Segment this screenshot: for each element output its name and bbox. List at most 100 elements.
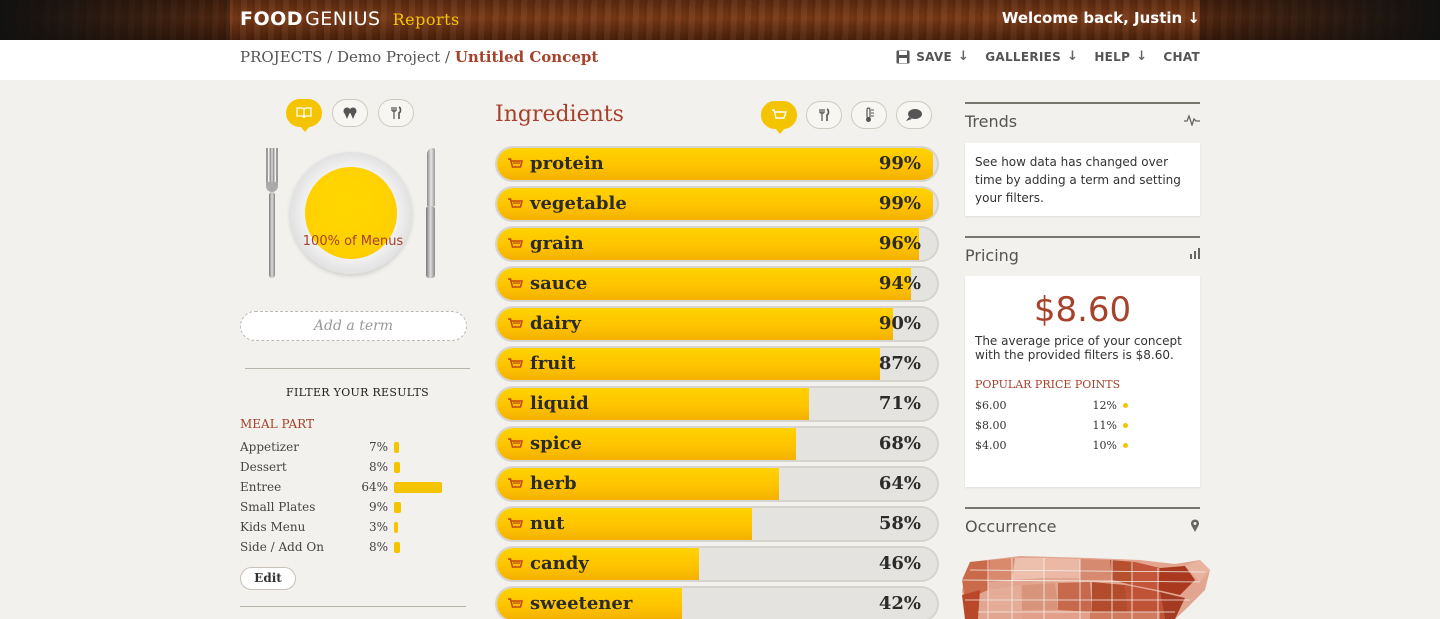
view-toggle-group: [286, 99, 414, 132]
ingredient-name: spice: [530, 433, 582, 454]
price-point-dot: [1123, 422, 1128, 428]
add-term-input[interactable]: Add a term: [240, 311, 467, 341]
reports-label: Reports: [392, 9, 460, 29]
meal-part-row[interactable]: Kids Menu 3%: [240, 517, 470, 537]
edit-button[interactable]: Edit: [240, 567, 296, 590]
meal-part-bar: [394, 541, 400, 553]
pricing-header: Pricing: [965, 236, 1200, 265]
cart-icon: [507, 275, 524, 294]
top-nav-links: SAVE ↓ GALLERIES ↓ HELP ↓ CHAT: [896, 49, 1200, 64]
breadcrumb-projects[interactable]: PROJECTS: [240, 48, 322, 66]
meal-part-label: Small Plates: [240, 500, 316, 514]
save-menu[interactable]: SAVE ↓: [896, 49, 969, 64]
chat-bubble-icon[interactable]: [896, 101, 932, 129]
ingredient-percent: 68%: [878, 433, 921, 454]
trends-header: Trends: [965, 102, 1200, 131]
ingredient-bar-sauce[interactable]: sauce 94%: [495, 266, 939, 302]
sub-nav: [0, 40, 1440, 74]
menu-book-icon[interactable]: [286, 99, 322, 132]
meal-part-percent: 7%: [368, 440, 388, 454]
ingredient-bar-dairy[interactable]: dairy 90%: [495, 306, 939, 342]
fork-knife-icon[interactable]: [378, 99, 414, 127]
ingredient-percent: 46%: [878, 553, 921, 574]
price-point-value: $4.00: [975, 438, 1007, 452]
galleries-menu[interactable]: GALLERIES ↓: [985, 49, 1078, 64]
logo-food-text: FOOD: [240, 8, 304, 30]
map-pins-icon[interactable]: [332, 99, 368, 127]
ingredient-bar-spice[interactable]: spice 68%: [495, 426, 939, 462]
ingredient-bar-grain[interactable]: grain 96%: [495, 226, 939, 262]
ingredient-percent: 58%: [878, 513, 921, 534]
meal-part-row[interactable]: Small Plates 9%: [240, 497, 470, 517]
cart-icon: [507, 555, 524, 574]
price-point-dot: [1123, 442, 1128, 448]
cart-icon: [507, 595, 524, 614]
arrow-down-icon: ↓: [1136, 49, 1148, 64]
ingredient-bar-fruit[interactable]: fruit 87%: [495, 346, 939, 382]
ingredients-title: Ingredients: [495, 102, 624, 127]
meal-part-row[interactable]: Side / Add On 8%: [240, 537, 470, 557]
price-description: The average price of your concept with t…: [975, 334, 1182, 362]
price-point-row: $4.00 10%: [965, 435, 1200, 455]
ingredient-name: herb: [530, 473, 577, 494]
ingredient-name: sweetener: [530, 593, 633, 614]
cart-icon: [507, 195, 524, 214]
meal-part-list: Appetizer 7% Dessert 8% Entree 64% Small Plate…: [240, 437, 470, 557]
chat-label: CHAT: [1163, 49, 1200, 64]
pricing-card: $8.60 The average price of your concept …: [965, 276, 1200, 487]
meal-part-label: Dessert: [240, 460, 287, 474]
thermometer-icon[interactable]: [851, 101, 887, 129]
ingredient-bar-liquid[interactable]: liquid 71%: [495, 386, 939, 422]
pricing-title: Pricing: [965, 246, 1019, 265]
cart-icon: [507, 315, 524, 334]
ingredient-bar-protein[interactable]: protein 99%: [495, 146, 939, 182]
price-point-value: $8.00: [975, 418, 1007, 432]
price-point-row: $8.00 11%: [965, 415, 1200, 435]
breadcrumb-current[interactable]: Untitled Concept: [455, 48, 598, 66]
meal-part-row[interactable]: Appetizer 7%: [240, 437, 470, 457]
help-label: HELP: [1094, 49, 1131, 64]
arrow-down-icon: ↓: [958, 49, 970, 64]
popular-price-points-title: POPULAR PRICE POINTS: [975, 378, 1121, 391]
ingredient-percent: 42%: [878, 593, 921, 614]
ingredient-name: fruit: [530, 353, 576, 374]
ingredient-percent: 99%: [878, 193, 921, 214]
meal-part-bar: [394, 441, 400, 453]
price-point-percent: 11%: [1092, 418, 1117, 432]
food-genius-logo[interactable]: FOOD GENIUS Reports: [240, 8, 460, 30]
user-menu[interactable]: Welcome back, Justin ↓: [1002, 9, 1200, 27]
pulse-icon: [1184, 114, 1200, 130]
us-occurrence-map[interactable]: [960, 550, 1210, 619]
meal-part-row[interactable]: Entree 64%: [240, 477, 470, 497]
price-point-value: $6.00: [975, 398, 1007, 412]
meal-part-bar: [394, 481, 442, 493]
ingredient-percent: 87%: [878, 353, 921, 374]
meal-part-percent: 3%: [368, 520, 388, 534]
ingredient-bar-nut[interactable]: nut 58%: [495, 506, 939, 542]
average-price: $8.60: [1033, 290, 1132, 330]
trends-card: See how data has changed over time by ad…: [965, 143, 1200, 216]
meal-part-percent: 9%: [368, 500, 388, 514]
plate: [290, 152, 412, 274]
chat-link[interactable]: CHAT: [1163, 49, 1200, 64]
price-point-dot: [1123, 402, 1128, 408]
meal-part-label: Side / Add On: [240, 540, 324, 554]
ingredient-bar-sweetener[interactable]: sweetener 42%: [495, 586, 939, 619]
ingredient-bar-candy[interactable]: candy 46%: [495, 546, 939, 582]
fork-knife-icon[interactable]: [806, 101, 842, 129]
meal-part-percent: 8%: [368, 540, 388, 554]
meal-part-bar: [394, 521, 398, 533]
meal-part-label: Appetizer: [240, 440, 299, 454]
meal-part-percent: 64%: [361, 480, 388, 494]
cart-icon: [507, 395, 524, 414]
help-menu[interactable]: HELP ↓: [1094, 49, 1147, 64]
ingredient-bar-vegetable[interactable]: vegetable 99%: [495, 186, 939, 222]
meal-part-row[interactable]: Dessert 8%: [240, 457, 470, 477]
cart-icon[interactable]: [761, 101, 797, 134]
ingredient-view-toggles: [761, 101, 932, 134]
ingredient-bar-herb[interactable]: herb 64%: [495, 466, 939, 502]
price-point-percent: 10%: [1092, 438, 1117, 452]
breadcrumb-project[interactable]: Demo Project: [337, 48, 440, 66]
ingredient-percent: 94%: [878, 273, 921, 294]
cart-icon: [507, 355, 524, 374]
